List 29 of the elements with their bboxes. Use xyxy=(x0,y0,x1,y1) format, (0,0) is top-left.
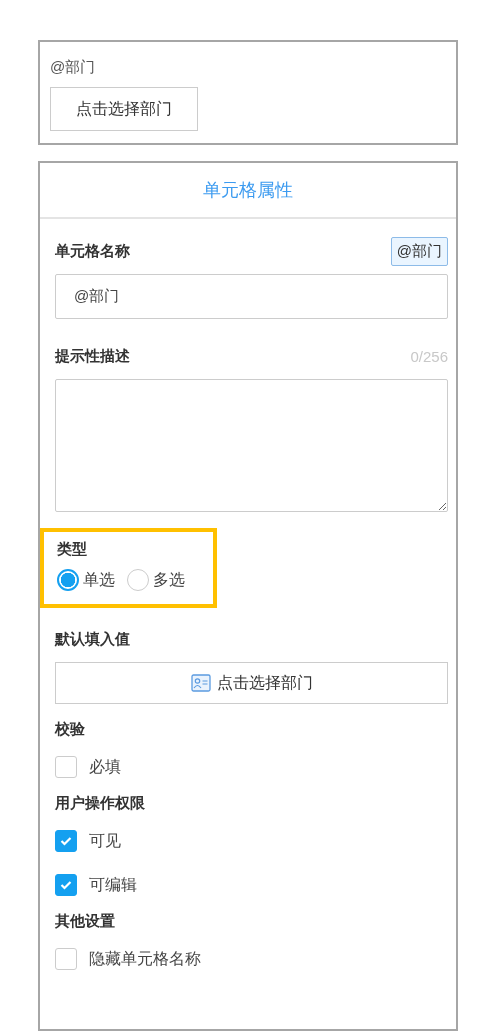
checkbox-option[interactable]: 必填 xyxy=(55,756,448,778)
radio-icon[interactable] xyxy=(127,569,149,591)
check-icon xyxy=(60,836,72,846)
select-department-button[interactable]: 点击选择部门 xyxy=(55,662,448,704)
checkbox[interactable] xyxy=(55,830,77,852)
select-department-button[interactable]: 点击选择部门 xyxy=(50,87,198,131)
radio-option[interactable]: 多选 xyxy=(127,569,185,591)
field-label: 类型 xyxy=(57,540,87,557)
field-label: 单元格名称 xyxy=(55,242,130,261)
section-title: 校验 xyxy=(55,720,85,737)
field-tag-button[interactable]: @部门 xyxy=(390,237,448,266)
checkbox-option[interactable]: 可见 xyxy=(55,830,448,852)
section-title: 用户操作权限 xyxy=(55,794,145,811)
checkbox-option[interactable]: 可编辑 xyxy=(55,874,448,896)
field-label: 默认填入值 xyxy=(55,630,130,647)
checkbox[interactable] xyxy=(55,948,77,970)
checkbox[interactable] xyxy=(55,874,77,896)
cell-name-input[interactable]: @部门 xyxy=(55,274,448,319)
panel-title: 单元格属性 xyxy=(203,179,293,202)
check-icon xyxy=(60,880,72,890)
section-title: 其他设置 xyxy=(55,912,115,929)
checkbox[interactable] xyxy=(55,756,77,778)
radio-option[interactable]: 单选 xyxy=(57,569,115,591)
radio-icon[interactable] xyxy=(57,569,79,591)
contact-card-icon xyxy=(190,674,211,692)
description-textarea[interactable] xyxy=(55,379,448,512)
field-label: 提示性描述 xyxy=(55,347,130,366)
cell-label: @部门 xyxy=(50,58,96,77)
checkbox-option[interactable]: 隐藏单元格名称 xyxy=(55,948,448,970)
